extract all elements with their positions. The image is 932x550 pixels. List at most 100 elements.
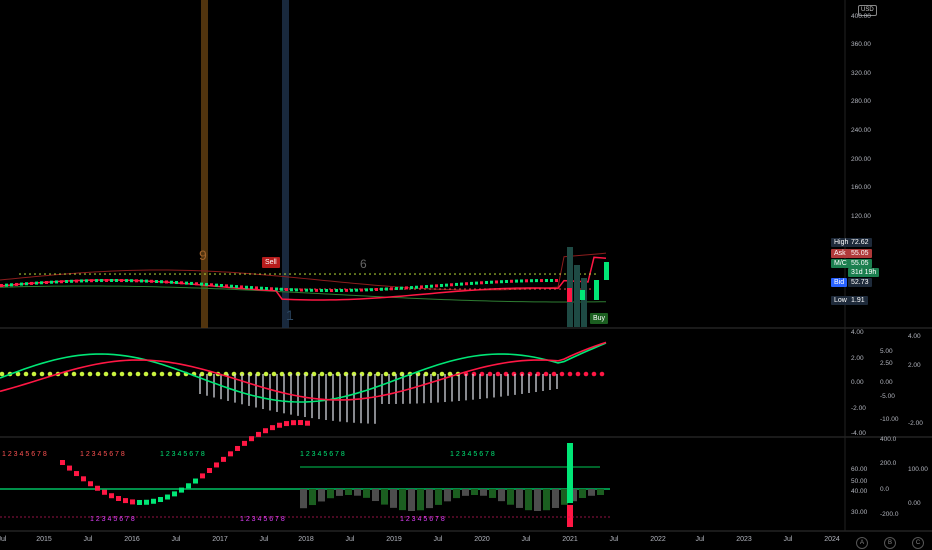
- osc2-bar: [453, 489, 460, 499]
- candle: [25, 282, 28, 286]
- candle: [115, 279, 118, 283]
- buy-signal[interactable]: Buy: [590, 313, 609, 324]
- candle: [280, 287, 283, 291]
- high-value-text: 72.62: [851, 239, 869, 246]
- osc2-bar: [516, 489, 523, 508]
- osc2-bar: [426, 489, 433, 509]
- candle: [310, 288, 313, 292]
- osc1-axis-a-label: -4.00: [851, 430, 866, 437]
- candle: [330, 289, 333, 292]
- zero-dot: [95, 371, 101, 377]
- osc2-spike: [567, 443, 573, 503]
- step-block: [291, 420, 296, 426]
- step-block: [158, 497, 163, 503]
- time-axis-label: 2020: [474, 536, 490, 543]
- zero-dot: [111, 371, 117, 377]
- candle: [495, 280, 498, 284]
- chart-svg[interactable]: 1 2 3 4 5 6 7 8 1 2 3 4 5 6 7 8 1 2 3 4 5 …: [0, 0, 932, 550]
- candle: [430, 284, 433, 288]
- resistance-dot: [504, 273, 506, 275]
- scale-button-c[interactable]: C: [912, 537, 924, 549]
- resistance-dot: [194, 273, 196, 275]
- candle: [105, 279, 108, 283]
- chart-canvas[interactable]: 1 2 3 4 5 6 7 8 1 2 3 4 5 6 7 8 1 2 3 4 5 …: [0, 0, 932, 550]
- candle: [290, 288, 293, 292]
- band-nine: [201, 0, 208, 328]
- resistance-dot: [54, 273, 56, 275]
- candle: [270, 287, 273, 291]
- support-dot: [479, 288, 481, 290]
- candle: [170, 280, 173, 284]
- time-axis-label: Jul: [609, 536, 619, 543]
- resistance-dot: [369, 273, 371, 275]
- candle: [145, 279, 148, 283]
- sequence-top: 1 2 3 4 5 6 7 8: [80, 451, 125, 458]
- candle: [35, 281, 38, 285]
- resistance-dot: [164, 273, 166, 275]
- high-label: High: [834, 239, 849, 246]
- time-axis-label: 2021: [562, 536, 578, 543]
- step-block: [123, 498, 128, 504]
- resistance-dot: [454, 273, 456, 275]
- marker-one: 1: [286, 307, 294, 323]
- resistance-dot: [479, 273, 481, 275]
- resistance-dot: [139, 273, 141, 275]
- osc2-axis-a-label: 40.00: [851, 488, 868, 495]
- resistance-dot: [159, 273, 161, 275]
- zero-dot: [495, 371, 501, 377]
- candle: [415, 285, 418, 289]
- support-dot: [519, 288, 521, 290]
- osc1-axis-b-label: -10.00: [880, 416, 899, 423]
- resistance-dot: [409, 273, 411, 275]
- resistance-dot: [444, 273, 446, 275]
- step-block: [256, 431, 261, 437]
- osc2-bar: [363, 489, 370, 498]
- candle: [275, 287, 278, 291]
- osc1-axis-b-label: 5.00: [880, 348, 893, 355]
- osc1-axis-c-label: -2.00: [908, 420, 923, 427]
- resistance-dot: [429, 273, 431, 275]
- candle: [465, 282, 468, 286]
- time-axis-label: 2022: [650, 536, 666, 543]
- step-block: [235, 445, 240, 451]
- resistance-dot: [199, 273, 201, 275]
- candle: [335, 288, 338, 292]
- zero-dot: [127, 371, 133, 377]
- candle: [175, 281, 178, 285]
- support-dot: [439, 288, 441, 290]
- osc2-axis-a-label: 60.00: [851, 466, 868, 473]
- scale-button-a[interactable]: A: [856, 537, 868, 549]
- resistance-dot: [129, 273, 131, 275]
- candle: [470, 281, 473, 285]
- candle: [20, 282, 23, 286]
- candle: [160, 280, 163, 284]
- support-dot: [494, 288, 496, 290]
- candle: [125, 279, 128, 283]
- candle: [260, 286, 263, 290]
- osc2-bar: [372, 489, 379, 502]
- resistance-dot: [94, 273, 96, 275]
- osc2-bar: [408, 489, 415, 511]
- candle: [5, 283, 8, 287]
- resistance-dot: [269, 273, 271, 275]
- osc2-bar: [525, 489, 532, 511]
- resistance-dot: [144, 273, 146, 275]
- resistance-dot: [344, 273, 346, 275]
- candle: [10, 283, 13, 287]
- resistance-dot: [34, 273, 36, 275]
- sell-signal[interactable]: Sell: [262, 257, 280, 268]
- osc2-bar: [579, 489, 586, 498]
- osc2-bar: [489, 489, 496, 498]
- scale-button-b[interactable]: B: [884, 537, 896, 549]
- resistance-dot: [284, 273, 286, 275]
- ask-tag: Ask: [831, 249, 849, 258]
- resistance-dot: [64, 273, 66, 275]
- resistance-dot: [204, 273, 206, 275]
- sequence-top: 1 2 3 4 5 6 7 8: [160, 451, 205, 458]
- support-dot: [549, 288, 551, 290]
- osc1-axis-a-label: 2.00: [851, 355, 864, 362]
- osc2-axis-b-label: 0.0: [880, 486, 890, 493]
- step-block: [221, 456, 226, 462]
- resistance-dot: [264, 273, 266, 275]
- osc2-bar: [345, 489, 352, 496]
